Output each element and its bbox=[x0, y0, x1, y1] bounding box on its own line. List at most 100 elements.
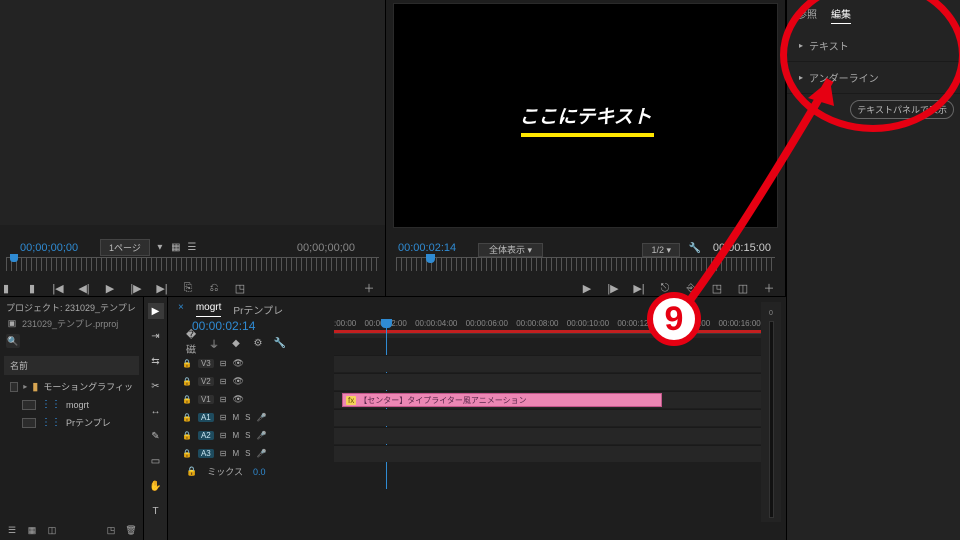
lock-icon[interactable]: 🔒 bbox=[182, 431, 192, 440]
source-playhead[interactable] bbox=[10, 254, 18, 262]
icon-view-icon[interactable]: ▦ bbox=[26, 524, 38, 536]
program-timecode[interactable]: 00:00:02:14 bbox=[398, 242, 456, 254]
go-in-icon[interactable]: |◀ bbox=[52, 282, 64, 294]
wrench-icon[interactable]: 🔧 bbox=[274, 337, 286, 349]
timeline-clip[interactable]: fx【センター】タイプライター風アニメーション bbox=[342, 393, 662, 407]
project-column-name[interactable]: 名前 bbox=[4, 356, 139, 375]
overlay-text: ここにテキスト bbox=[519, 102, 651, 129]
grid-icon[interactable]: ▦ bbox=[170, 242, 182, 254]
ripple-tool[interactable]: ⇆ bbox=[148, 353, 164, 369]
list-view-icon[interactable]: ☰ bbox=[6, 524, 18, 536]
sequence-icon: ⋮⋮ bbox=[41, 417, 61, 428]
program-resolution[interactable]: 1/2 ▾ bbox=[642, 245, 680, 256]
link-icon[interactable]: ⏚ bbox=[208, 337, 220, 349]
project-item-seq[interactable]: ⋮⋮Prテンプレ bbox=[6, 413, 137, 432]
eye-icon[interactable]: 👁 bbox=[232, 376, 243, 387]
export-frame-icon[interactable]: ◳ bbox=[234, 282, 246, 294]
export-frame-icon[interactable]: ◳ bbox=[711, 282, 723, 294]
project-footer: ☰ ▦ ◫ ◳ 🗑 bbox=[6, 520, 137, 536]
play-icon[interactable]: ▶ bbox=[581, 282, 593, 294]
source-out-timecode: 00;00;00;00 bbox=[297, 242, 355, 254]
hand-tool[interactable]: ✋ bbox=[148, 478, 164, 494]
razor-tool[interactable]: ✂ bbox=[148, 378, 164, 394]
sequence-icon: ⋮⋮ bbox=[41, 399, 61, 410]
bin-icon: ▣ bbox=[6, 318, 18, 330]
track-a1[interactable]: 🔒A1⊟MS🎤 bbox=[176, 409, 778, 426]
eg-tab-edit[interactable]: 編集 bbox=[831, 6, 851, 24]
step-fwd-icon[interactable]: |▶ bbox=[607, 282, 619, 294]
lock-icon[interactable]: 🔒 bbox=[182, 395, 192, 404]
timeline-timecode[interactable]: 00:00:02:14 bbox=[192, 319, 255, 333]
play-icon[interactable]: ▶ bbox=[104, 282, 116, 294]
mark-in-icon[interactable]: ▮ bbox=[0, 282, 12, 294]
lock-icon[interactable]: 🔒 bbox=[182, 413, 192, 422]
wrench-icon[interactable]: 🔧 bbox=[689, 242, 701, 254]
mic-icon[interactable]: 🎤 bbox=[256, 449, 266, 458]
program-transport: ▶ |▶ ▶| ⎋ ⎆ ◳ ◫ ＋ bbox=[386, 282, 785, 294]
track-mix[interactable]: 🔒ミックス0.0M bbox=[176, 463, 778, 480]
lock-icon[interactable]: 🔒 bbox=[182, 377, 192, 386]
track-v2[interactable]: 🔒V2⊟👁 bbox=[176, 373, 778, 390]
go-out-icon[interactable]: ▶| bbox=[156, 282, 168, 294]
source-viewer[interactable] bbox=[0, 0, 385, 225]
project-item-seq[interactable]: ⋮⋮mogrt bbox=[6, 396, 137, 413]
go-out-icon[interactable]: ▶| bbox=[633, 282, 645, 294]
timeline-ruler[interactable]: :00:0000:00:02:0000:00:04:0000:00:06:000… bbox=[334, 319, 778, 341]
new-item-icon[interactable]: ◳ bbox=[105, 524, 117, 536]
chevron-down-icon[interactable]: ▾ bbox=[154, 242, 166, 254]
extract-icon[interactable]: ⎆ bbox=[685, 282, 697, 294]
program-fit[interactable]: 全体表示 ▾ bbox=[478, 243, 543, 256]
compare-icon[interactable]: ◫ bbox=[737, 282, 749, 294]
program-playhead[interactable] bbox=[426, 254, 435, 263]
program-ruler[interactable] bbox=[396, 257, 775, 271]
track-a2[interactable]: 🔒A2⊟MS🎤 bbox=[176, 427, 778, 444]
track-v1[interactable]: 🔒V1⊟👁fx【センター】タイプライター風アニメーション bbox=[176, 391, 778, 408]
selection-tool[interactable]: ▶ bbox=[148, 303, 164, 319]
eg-group-text[interactable]: ▸テキスト bbox=[787, 30, 960, 62]
type-tool[interactable]: T bbox=[148, 503, 164, 519]
mark-out-icon[interactable]: ▮ bbox=[26, 282, 38, 294]
settings-icon[interactable]: ⚙ bbox=[252, 337, 264, 349]
snap-icon[interactable]: �磁 bbox=[186, 337, 198, 349]
project-item-folder[interactable]: ▸▮モーショングラフィッ bbox=[6, 377, 137, 396]
timeline-header-icons: �磁 ⏚ ◆ ⚙ 🔧 bbox=[186, 337, 286, 349]
eye-icon[interactable]: 👁 bbox=[232, 394, 243, 405]
eg-tab-browse[interactable]: 参照 bbox=[797, 6, 817, 24]
trash-icon[interactable]: 🗑 bbox=[125, 524, 137, 536]
freeform-icon[interactable]: ◫ bbox=[46, 524, 58, 536]
insert-icon[interactable]: ⎘ bbox=[182, 282, 194, 294]
step-back-icon[interactable]: ◀| bbox=[78, 282, 90, 294]
track-v3[interactable]: 🔒V3⊟👁 bbox=[176, 355, 778, 372]
timeline-tab-pr[interactable]: Prテンプレ bbox=[233, 302, 283, 317]
open-text-panel-button[interactable]: テキストパネルで表示 bbox=[850, 100, 954, 119]
track-a3[interactable]: 🔒A3⊟MS🎤 bbox=[176, 445, 778, 462]
mic-icon[interactable]: 🎤 bbox=[256, 413, 266, 422]
track-select-tool[interactable]: ⇥ bbox=[148, 328, 164, 344]
lock-icon[interactable]: 🔒 bbox=[186, 466, 197, 477]
pen-tool[interactable]: ✎ bbox=[148, 428, 164, 444]
timeline-tab-mogrt[interactable]: mogrt bbox=[196, 302, 222, 317]
slip-tool[interactable]: ↔ bbox=[148, 403, 164, 419]
lock-icon[interactable]: 🔒 bbox=[182, 359, 192, 368]
source-panel: 00;00;00;00 1ページ ▾ ▦ ☰ 00;00;00;00 ▮ ▮ |… bbox=[0, 0, 386, 296]
chevron-right-icon: ▸ bbox=[23, 382, 27, 391]
overwrite-icon[interactable]: ⎌ bbox=[208, 282, 220, 294]
eg-group-underline[interactable]: ▸アンダーライン bbox=[787, 62, 960, 94]
rectangle-tool[interactable]: ▭ bbox=[148, 453, 164, 469]
tab-prefix: × bbox=[178, 302, 184, 317]
lock-icon[interactable]: 🔒 bbox=[182, 449, 192, 458]
add-button-icon[interactable]: ＋ bbox=[763, 282, 775, 294]
source-page-control: 1ページ ▾ ▦ ☰ bbox=[100, 239, 198, 256]
list-icon[interactable]: ☰ bbox=[186, 242, 198, 254]
project-panel: プロジェクト: 231029_テンプレ ▣231029_テンプレ.prproj … bbox=[0, 297, 144, 540]
eye-icon[interactable]: 👁 bbox=[232, 358, 243, 369]
add-button-icon[interactable]: ＋ bbox=[363, 282, 375, 294]
program-viewer[interactable]: ここにテキスト bbox=[394, 4, 777, 227]
step-fwd-icon[interactable]: |▶ bbox=[130, 282, 142, 294]
mic-icon[interactable]: 🎤 bbox=[256, 431, 266, 440]
project-search[interactable]: 🔍 bbox=[6, 334, 20, 348]
marker-icon[interactable]: ◆ bbox=[230, 337, 242, 349]
source-ruler[interactable] bbox=[6, 257, 379, 271]
page-select[interactable]: 1ページ bbox=[100, 239, 150, 256]
source-timecode[interactable]: 00;00;00;00 bbox=[20, 242, 78, 254]
